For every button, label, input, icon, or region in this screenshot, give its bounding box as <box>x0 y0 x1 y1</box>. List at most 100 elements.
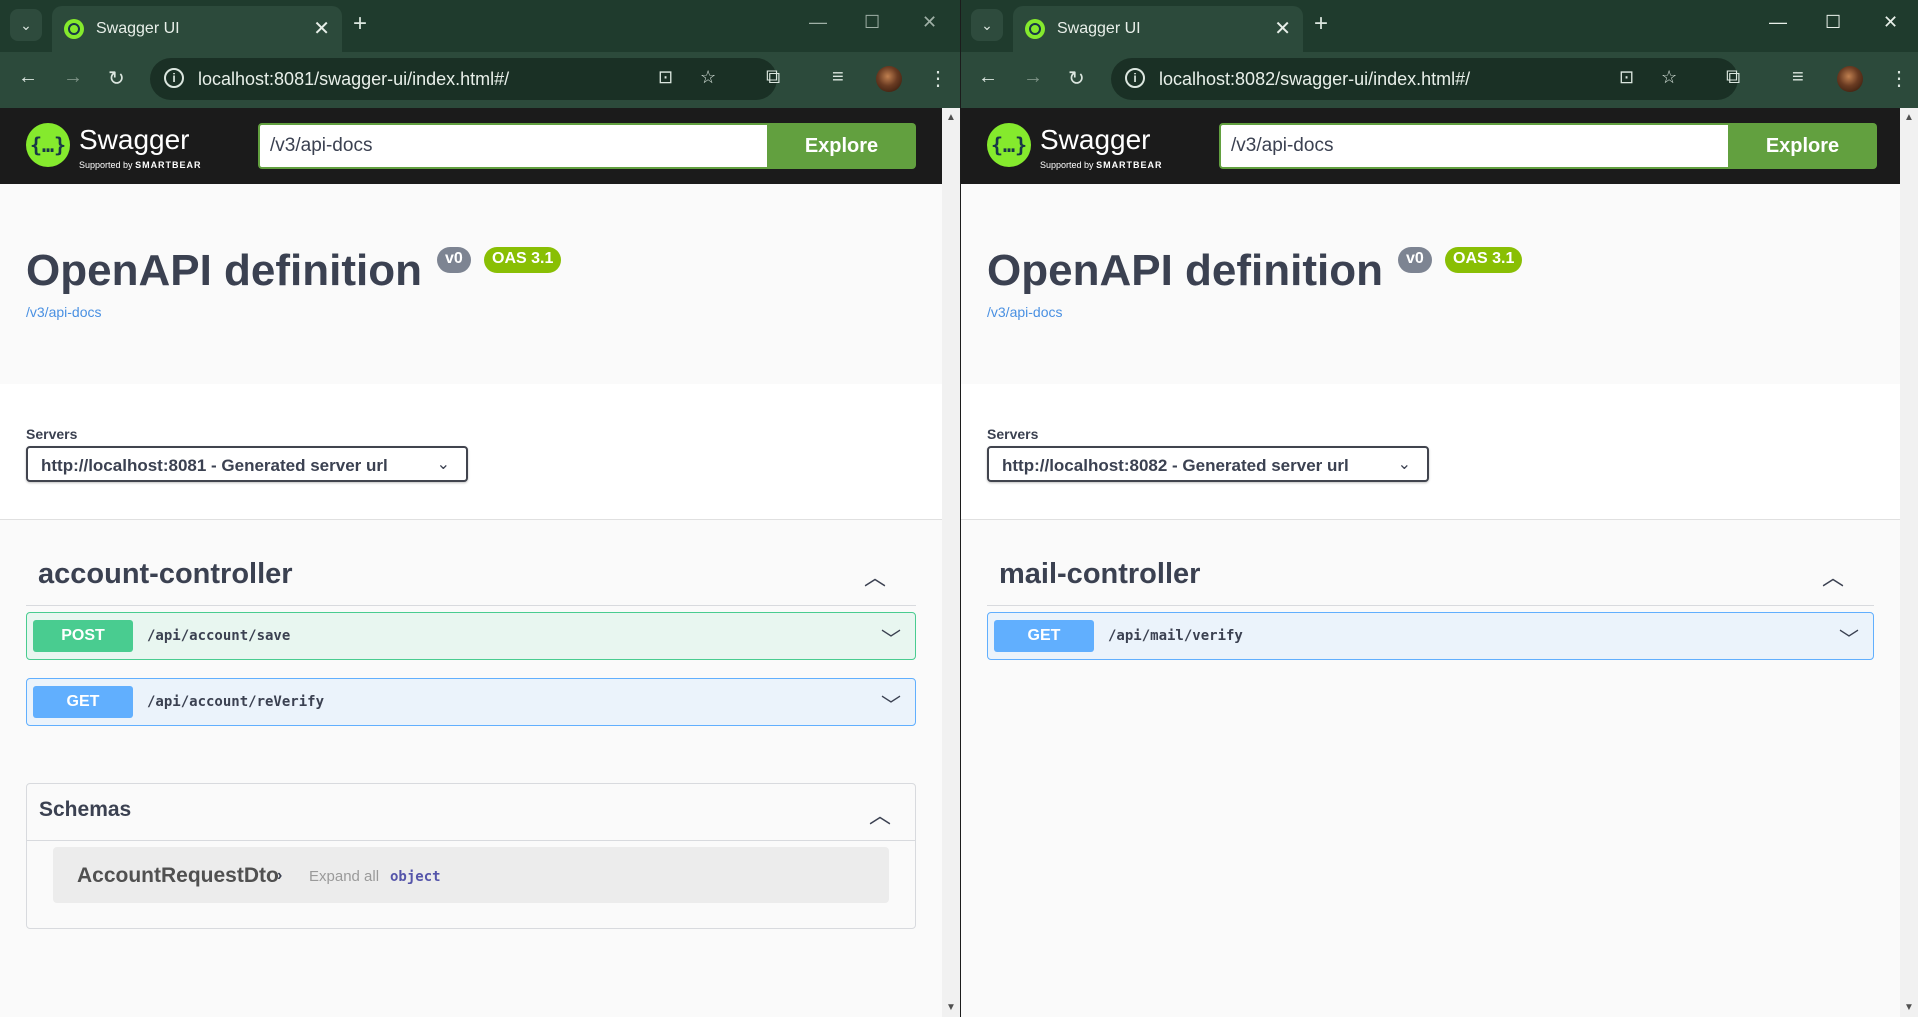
schemas-header[interactable]: Schemas ︿ <box>27 784 915 841</box>
close-window-icon[interactable]: ✕ <box>922 12 937 33</box>
method-badge: GET <box>33 686 133 718</box>
scrollbar[interactable]: ▲ ▼ <box>1900 108 1918 1017</box>
address-bar[interactable]: i localhost:8082/swagger-ui/index.html#/… <box>1111 58 1738 100</box>
tab-title: Swagger UI <box>96 20 180 37</box>
browser-window-right: ⌄ Swagger UI ✕ + — ☐ ✕ ← → ↻ i localhost… <box>961 0 1918 1017</box>
operation-row[interactable]: GET /api/account/reVerify ﹀ <box>26 678 916 726</box>
chevron-down-icon[interactable]: ﹀ <box>881 623 901 652</box>
scroll-up-icon[interactable]: ▲ <box>946 112 956 123</box>
chevron-down-icon[interactable]: ﹀ <box>881 689 901 718</box>
browser-window-left: ⌄ Swagger UI ✕ + — ☐ ✕ ← → ↻ i localhost… <box>0 0 960 1017</box>
tag-header[interactable]: mail-controller ︿ <box>987 546 1874 606</box>
bookmark-star-icon[interactable]: ☆ <box>1661 67 1677 88</box>
forward-icon[interactable]: → <box>63 66 83 89</box>
maximize-icon[interactable]: ☐ <box>864 12 880 33</box>
new-tab-icon[interactable]: + <box>353 10 367 38</box>
site-info-icon[interactable]: i <box>1125 68 1145 88</box>
chevron-up-icon[interactable]: ︿ <box>869 798 891 830</box>
back-icon[interactable]: ← <box>18 66 38 89</box>
oas-badge: OAS 3.1 <box>1445 247 1523 273</box>
tab-search-button[interactable]: ⌄ <box>971 9 1003 41</box>
media-control-icon[interactable]: ≡ <box>832 66 844 89</box>
browser-toolbar: ← → ↻ i localhost:8082/swagger-ui/index.… <box>961 52 1918 108</box>
translate-icon[interactable]: ⊡ <box>1619 67 1634 88</box>
servers-label: Servers <box>26 426 78 442</box>
chevron-down-icon: ⌄ <box>1397 456 1411 473</box>
servers-section: Servers http://localhost:8082 - Generate… <box>961 384 1918 520</box>
reload-icon[interactable]: ↻ <box>1068 66 1085 91</box>
extensions-icon[interactable]: ⧉ <box>766 66 780 89</box>
tag-header[interactable]: account-controller ︿ <box>26 546 916 606</box>
tab-bar: ⌄ Swagger UI ✕ + — ☐ ✕ <box>961 0 1918 52</box>
swagger-favicon-icon <box>64 19 84 39</box>
spec-url-input[interactable]: /v3/api-docs <box>1219 123 1730 169</box>
spec-url-input[interactable]: /v3/api-docs <box>258 123 769 169</box>
address-bar[interactable]: i localhost:8081/swagger-ui/index.html#/… <box>150 58 777 100</box>
menu-kebab-icon[interactable]: ⋮ <box>928 66 948 91</box>
site-info-icon[interactable]: i <box>164 68 184 88</box>
bookmark-star-icon[interactable]: ☆ <box>700 67 716 88</box>
model-name[interactable]: AccountRequestDto <box>77 864 279 888</box>
expand-all-link[interactable]: Expand all <box>309 868 379 885</box>
scrollbar[interactable]: ▲ ▼ <box>942 108 960 1017</box>
swagger-logo-icon[interactable]: {…} <box>987 123 1031 167</box>
chevron-up-icon[interactable]: ︿ <box>864 560 886 592</box>
swagger-topbar: {…} Swagger Supported by SMARTBEAR /v3/a… <box>0 108 960 184</box>
swagger-brand: Swagger <box>79 124 190 155</box>
scroll-up-icon[interactable]: ▲ <box>1904 112 1914 123</box>
servers-select[interactable]: http://localhost:8081 - Generated server… <box>26 446 468 482</box>
chevron-up-icon[interactable]: ︿ <box>1822 560 1844 592</box>
maximize-icon[interactable]: ☐ <box>1825 12 1841 33</box>
scroll-down-icon[interactable]: ▼ <box>946 1002 956 1013</box>
schema-model[interactable]: AccountRequestDto › Expand all object <box>53 847 889 903</box>
tab-close-icon[interactable]: ✕ <box>1274 16 1291 41</box>
servers-selected-value: http://localhost:8081 - Generated server… <box>41 456 388 475</box>
swagger-topbar: {…} Swagger Supported by SMARTBEAR /v3/a… <box>961 108 1918 184</box>
explore-button[interactable]: Explore <box>767 123 916 169</box>
media-control-icon[interactable]: ≡ <box>1792 66 1804 89</box>
browser-tab[interactable]: Swagger UI ✕ <box>1013 6 1303 52</box>
tab-title: Swagger UI <box>1057 20 1141 37</box>
scroll-down-icon[interactable]: ▼ <box>1904 1002 1914 1013</box>
close-window-icon[interactable]: ✕ <box>1883 12 1898 33</box>
page-title: OpenAPI definition <box>26 246 422 295</box>
servers-select[interactable]: http://localhost:8082 - Generated server… <box>987 446 1429 482</box>
method-badge: POST <box>33 620 133 652</box>
extensions-icon[interactable]: ⧉ <box>1726 66 1740 89</box>
spec-link[interactable]: /v3/api-docs <box>987 304 1062 320</box>
new-tab-icon[interactable]: + <box>1314 10 1328 38</box>
chevron-down-icon[interactable]: ﹀ <box>1839 623 1859 652</box>
tab-search-button[interactable]: ⌄ <box>10 9 42 41</box>
minimize-icon[interactable]: — <box>1769 12 1787 33</box>
page-title: OpenAPI definition <box>987 246 1383 295</box>
reload-icon[interactable]: ↻ <box>108 66 125 91</box>
swagger-subtitle: Supported by SMARTBEAR <box>79 160 202 170</box>
oas-badge: OAS 3.1 <box>484 247 562 273</box>
servers-section: Servers http://localhost:8081 - Generate… <box>0 384 960 520</box>
back-icon[interactable]: ← <box>978 66 998 89</box>
tab-close-icon[interactable]: ✕ <box>313 16 330 41</box>
spec-link[interactable]: /v3/api-docs <box>26 304 101 320</box>
chevron-right-icon[interactable]: › <box>277 867 282 885</box>
tag-name: mail-controller <box>999 558 1201 590</box>
schemas-title: Schemas <box>39 798 132 821</box>
menu-kebab-icon[interactable]: ⋮ <box>1889 66 1909 91</box>
swagger-logo-icon[interactable]: {…} <box>26 123 70 167</box>
swagger-subtitle: Supported by SMARTBEAR <box>1040 160 1163 170</box>
operation-row[interactable]: POST /api/account/save ﹀ <box>26 612 916 660</box>
operation-path: /api/account/save <box>147 628 291 644</box>
tag-name: account-controller <box>38 558 293 590</box>
browser-tab[interactable]: Swagger UI ✕ <box>52 6 342 52</box>
profile-avatar[interactable] <box>1837 66 1863 92</box>
explore-button[interactable]: Explore <box>1728 123 1877 169</box>
minimize-icon[interactable]: — <box>809 12 827 33</box>
tab-bar: ⌄ Swagger UI ✕ + — ☐ ✕ <box>0 0 960 52</box>
servers-selected-value: http://localhost:8082 - Generated server… <box>1002 456 1349 475</box>
swagger-brand: Swagger <box>1040 124 1151 155</box>
profile-avatar[interactable] <box>876 66 902 92</box>
translate-icon[interactable]: ⊡ <box>658 67 673 88</box>
operation-row[interactable]: GET /api/mail/verify ﹀ <box>987 612 1874 660</box>
browser-toolbar: ← → ↻ i localhost:8081/swagger-ui/index.… <box>0 52 960 108</box>
version-badge: v0 <box>437 247 471 273</box>
forward-icon[interactable]: → <box>1023 66 1043 89</box>
